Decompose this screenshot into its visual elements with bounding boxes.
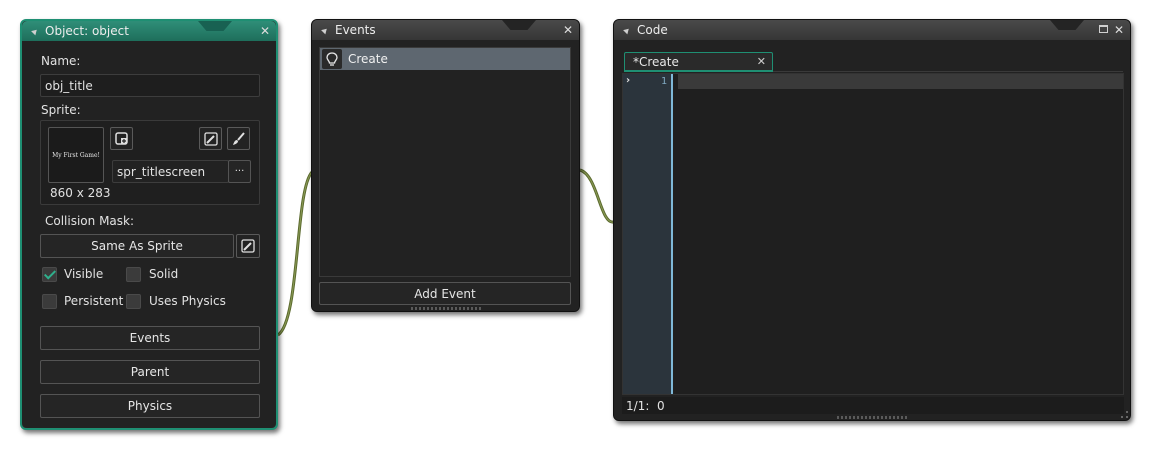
event-item-create[interactable]: Create <box>320 48 570 70</box>
events-panel-titlebar[interactable]: Events ✕ <box>312 20 579 40</box>
code-panel: Code ✕ *Create ✕ › 1 1/1: 0 <box>613 19 1131 421</box>
visible-checkbox[interactable] <box>42 267 57 282</box>
panel-notch <box>502 20 536 30</box>
collapse-icon[interactable] <box>31 27 39 35</box>
parent-button[interactable]: Parent <box>40 360 260 384</box>
collision-mask-button[interactable]: Same As Sprite <box>40 234 234 258</box>
object-panel-title: Object: object <box>45 24 129 38</box>
close-icon[interactable]: ✕ <box>1114 23 1124 37</box>
lightbulb-icon <box>322 49 342 69</box>
collapse-icon[interactable] <box>623 26 631 34</box>
status-bar: 1/1: 0 <box>622 397 1124 414</box>
tab-label: *Create <box>633 54 679 69</box>
sprite-label: Sprite: <box>41 103 81 117</box>
edit-image-icon <box>203 131 218 146</box>
line-number-gutter: › 1 <box>623 74 673 394</box>
object-panel: Object: object ✕ Name: obj_title Sprite:… <box>20 19 278 430</box>
resize-handle[interactable] <box>837 416 907 419</box>
sprite-browse-button[interactable]: ··· <box>228 160 251 183</box>
events-panel: Events ✕ Create Add Event <box>311 19 580 312</box>
resize-handle[interactable] <box>410 307 481 310</box>
close-tab-icon[interactable]: ✕ <box>757 55 766 68</box>
code-panel-titlebar[interactable]: Code ✕ <box>614 20 1130 40</box>
sprite-dimensions: 860 x 283 <box>50 186 111 200</box>
edit-sprite-button[interactable] <box>199 127 222 150</box>
physics-button[interactable]: Physics <box>40 394 260 418</box>
event-item-label: Create <box>348 52 388 66</box>
object-events-connector <box>276 170 314 337</box>
brush-icon <box>232 131 245 145</box>
maximize-icon[interactable] <box>1099 25 1108 33</box>
events-panel-title: Events <box>335 23 376 37</box>
solid-checkbox[interactable] <box>126 267 141 282</box>
persistent-checkbox[interactable] <box>42 294 57 309</box>
collision-mask-label: Collision Mask: <box>45 214 135 228</box>
events-code-connector <box>579 168 615 224</box>
object-panel-titlebar[interactable]: Object: object ✕ <box>22 21 276 41</box>
edit-collision-mask-button[interactable] <box>236 234 260 258</box>
paint-sprite-button[interactable] <box>227 127 250 150</box>
sprite-preview[interactable]: My First Game! <box>48 127 104 183</box>
visible-label: Visible <box>64 267 104 281</box>
uses-physics-checkbox[interactable] <box>126 294 141 309</box>
edit-image-icon <box>241 239 255 253</box>
persistent-label: Persistent <box>64 294 124 308</box>
name-field[interactable]: obj_title <box>40 74 260 97</box>
code-panel-title: Code <box>637 23 668 37</box>
cursor-position: 1/1: 0 <box>626 398 665 413</box>
tab-create[interactable]: *Create ✕ <box>624 52 773 72</box>
events-list: Create <box>319 47 571 277</box>
panel-notch <box>198 21 232 31</box>
fold-arrow-icon[interactable]: › <box>626 75 630 86</box>
tab-strip-line <box>773 71 1123 72</box>
current-line-highlight <box>678 74 1123 89</box>
line-number: 1 <box>660 76 667 87</box>
close-icon[interactable]: ✕ <box>563 23 573 37</box>
new-sprite-icon <box>115 132 128 145</box>
close-icon[interactable]: ✕ <box>260 24 270 38</box>
sprite-group: My First Game! 860 x 283 spr_titlescreen… <box>40 120 260 205</box>
corner-resize-icon[interactable] <box>1121 411 1128 418</box>
new-sprite-button[interactable] <box>110 127 133 150</box>
uses-physics-label: Uses Physics <box>149 294 226 308</box>
add-event-button[interactable]: Add Event <box>319 282 571 305</box>
collapse-icon[interactable] <box>321 26 329 34</box>
panel-notch <box>1050 20 1084 30</box>
code-editor[interactable]: › 1 <box>622 73 1124 395</box>
events-button[interactable]: Events <box>40 326 260 350</box>
sprite-preview-text: My First Game! <box>52 151 100 159</box>
sprite-select[interactable]: spr_titlescreen <box>112 160 229 183</box>
solid-label: Solid <box>149 267 179 281</box>
name-label: Name: <box>41 54 81 68</box>
